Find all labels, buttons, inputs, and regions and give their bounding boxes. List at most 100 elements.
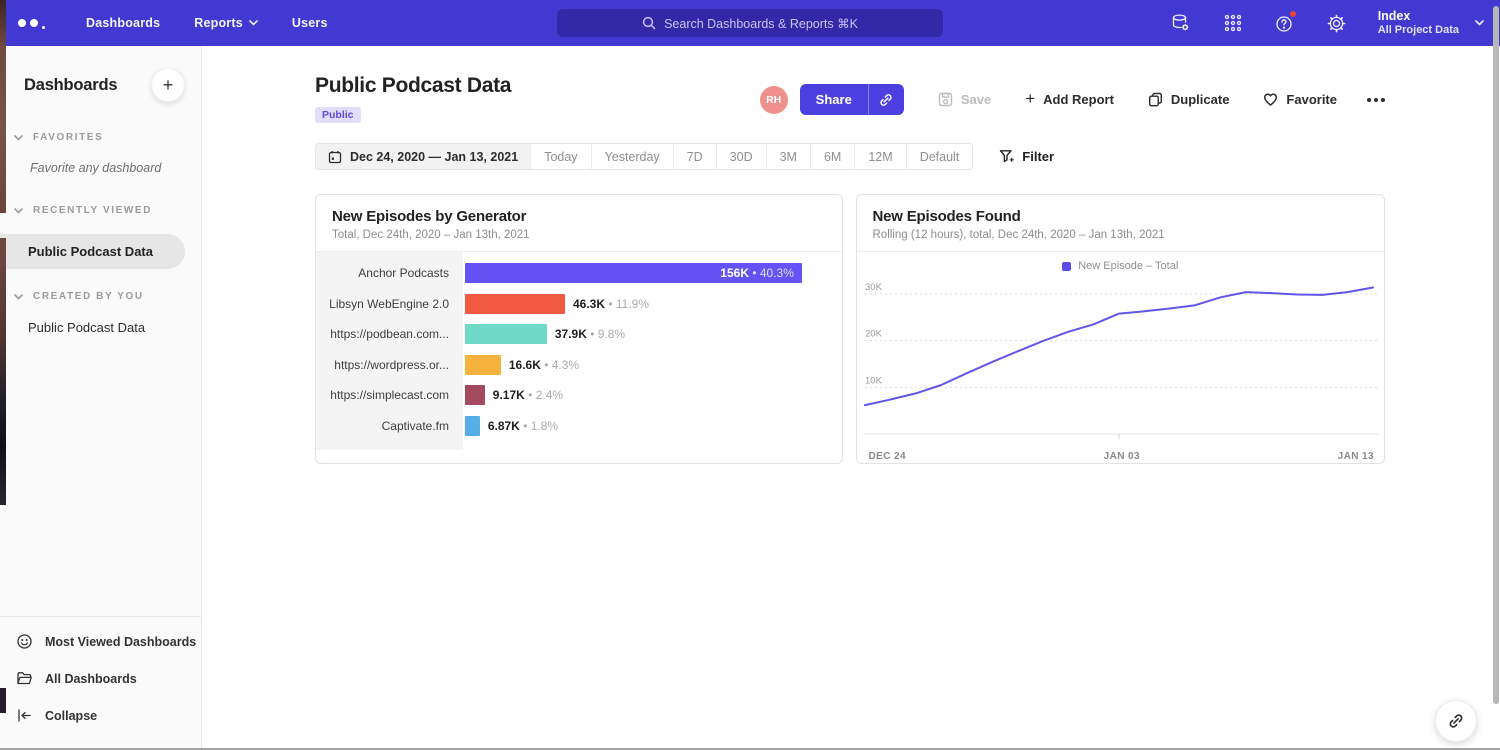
- bar-row: https://wordpress.or... 16.6K • 4.3%: [316, 350, 842, 381]
- add-report-button[interactable]: + Add Report: [1025, 91, 1114, 109]
- data-sources-icon[interactable]: [1170, 12, 1192, 34]
- sidebar-item-public-podcast-data-created[interactable]: Public Podcast Data: [0, 320, 201, 335]
- add-dashboard-button[interactable]: +: [151, 68, 185, 102]
- section-recently-viewed[interactable]: RECENTLY VIEWED: [0, 205, 201, 216]
- section-favorites-label: FAVORITES: [33, 132, 103, 143]
- all-dashboards-button[interactable]: All Dashboards: [0, 660, 201, 697]
- sidebar-item-public-podcast-data-recent[interactable]: Public Podcast Data: [0, 234, 185, 269]
- legend-label: New Episode – Total: [1078, 260, 1178, 272]
- save-label: Save: [961, 92, 991, 107]
- save-icon: [938, 92, 953, 107]
- date-range-button[interactable]: Dec 24, 2020 — Jan 13, 2021: [316, 144, 530, 169]
- bar-value-label: 9.17K • 2.4%: [493, 388, 563, 402]
- section-favorites[interactable]: FAVORITES: [0, 132, 201, 143]
- bar[interactable]: [465, 324, 547, 344]
- save-button[interactable]: Save: [938, 92, 991, 107]
- apps-grid-icon[interactable]: [1222, 12, 1244, 34]
- bar-category-label: https://simplecast.com: [316, 388, 463, 402]
- topbar-right: Index All Project Data: [1170, 0, 1484, 46]
- preset-yesterday[interactable]: Yesterday: [591, 144, 673, 169]
- card-subtitle: Total, Dec 24th, 2020 – Jan 13th, 2021: [332, 229, 826, 241]
- settings-gear-icon[interactable]: [1326, 12, 1348, 34]
- preset-6m[interactable]: 6M: [810, 144, 854, 169]
- favorite-button[interactable]: Favorite: [1263, 92, 1337, 107]
- filter-button[interactable]: Filter: [999, 149, 1054, 164]
- share-button[interactable]: Share: [800, 84, 868, 115]
- link-icon: [879, 93, 893, 107]
- chevron-down-icon: [14, 294, 23, 300]
- search-input[interactable]: Search Dashboards & Reports ⌘K: [557, 9, 943, 37]
- project-name: Index: [1378, 9, 1459, 24]
- folder-icon: [16, 670, 33, 687]
- chevron-down-icon: [249, 20, 258, 26]
- background-window-edge: [0, 0, 6, 213]
- bar-rows: Anchor Podcasts156K • 40.3%Libsyn WebEng…: [316, 252, 842, 441]
- preset-30d[interactable]: 30D: [716, 144, 766, 169]
- most-viewed-label: Most Viewed Dashboards: [45, 635, 196, 649]
- bar-track: 37.9K • 9.8%: [463, 324, 842, 344]
- project-switcher[interactable]: Index All Project Data: [1378, 9, 1484, 37]
- date-range-label: Dec 24, 2020 — Jan 13, 2021: [350, 150, 518, 164]
- nav-dashboards[interactable]: Dashboards: [86, 16, 160, 30]
- avatar[interactable]: RH: [760, 86, 788, 114]
- project-subtitle: All Project Data: [1378, 24, 1459, 37]
- logo-dot: [30, 19, 38, 27]
- svg-text:20K: 20K: [865, 329, 883, 340]
- collapse-sidebar-button[interactable]: Collapse: [0, 697, 201, 734]
- preset-default[interactable]: Default: [906, 144, 973, 169]
- bar-track: 9.17K • 2.4%: [463, 385, 842, 405]
- bar-track: 46.3K • 11.9%: [463, 294, 842, 314]
- bar-value-label: 16.6K • 4.3%: [509, 358, 579, 372]
- card-title: New Episodes by Generator: [332, 208, 826, 225]
- section-created-by-you[interactable]: CREATED BY YOU: [0, 291, 201, 302]
- section-recently-viewed-label: RECENTLY VIEWED: [33, 205, 152, 216]
- preset-today[interactable]: Today: [530, 144, 590, 169]
- svg-text:10K: 10K: [865, 375, 883, 386]
- share-split-button: Share: [800, 84, 904, 115]
- app-logo-icon[interactable]: [18, 18, 58, 29]
- bar-track: 6.87K • 1.8%: [463, 416, 842, 436]
- top-nav: Dashboards Reports Users: [86, 16, 328, 30]
- help-icon[interactable]: [1274, 12, 1296, 34]
- duplicate-icon: [1148, 92, 1163, 107]
- heart-icon: [1263, 92, 1278, 107]
- bar[interactable]: [465, 294, 565, 314]
- duplicate-button[interactable]: Duplicate: [1148, 92, 1230, 107]
- topbar: Dashboards Reports Users Search Dashboar…: [0, 0, 1500, 46]
- bar[interactable]: [465, 416, 480, 436]
- chevron-down-icon: [1475, 20, 1484, 26]
- bar-row: https://podbean.com...37.9K • 9.8%: [316, 319, 842, 350]
- collapse-icon: [16, 707, 33, 724]
- bar-value-label: 6.87K • 1.8%: [488, 419, 558, 433]
- preset-3m[interactable]: 3M: [766, 144, 810, 169]
- preset-12m[interactable]: 12M: [854, 144, 905, 169]
- bar-value-label: 37.9K • 9.8%: [555, 327, 625, 341]
- add-report-label: Add Report: [1043, 92, 1114, 107]
- sidebar-footer: Most Viewed Dashboards All Dashboards Co…: [0, 616, 201, 734]
- bar[interactable]: [465, 355, 501, 375]
- preset-7d[interactable]: 7D: [673, 144, 716, 169]
- logo-dot: [42, 26, 45, 29]
- background-window-edge: [0, 238, 6, 505]
- bar[interactable]: [465, 385, 485, 405]
- more-options-button[interactable]: [1367, 98, 1385, 102]
- page-scrollbar[interactable]: [1493, 6, 1499, 704]
- date-range-segmented-control: Dec 24, 2020 — Jan 13, 2021 Today Yester…: [315, 143, 973, 170]
- svg-text:30K: 30K: [865, 282, 883, 293]
- bar-category-label: Anchor Podcasts: [316, 266, 463, 280]
- floating-share-link-button[interactable]: [1435, 700, 1477, 742]
- bar-row: https://simplecast.com 9.17K • 2.4%: [316, 380, 842, 411]
- nav-users[interactable]: Users: [292, 16, 328, 30]
- bar[interactable]: 156K • 40.3%: [465, 263, 802, 283]
- chevron-down-icon: [14, 208, 23, 214]
- bar-category-label: https://wordpress.or...: [316, 358, 463, 372]
- card-new-episodes-by-generator: New Episodes by Generator Total, Dec 24t…: [315, 194, 843, 464]
- share-link-button[interactable]: [868, 84, 904, 115]
- line-chart: 10K 20K 30K: [857, 274, 1385, 449]
- all-dashboards-label: All Dashboards: [45, 672, 137, 686]
- x-tick: JAN 03: [1104, 451, 1140, 462]
- bar-track: 156K • 40.3%: [463, 263, 842, 283]
- favorites-empty-hint: Favorite any dashboard: [0, 161, 201, 175]
- most-viewed-dashboards-button[interactable]: Most Viewed Dashboards: [0, 623, 201, 660]
- nav-reports[interactable]: Reports: [194, 16, 258, 30]
